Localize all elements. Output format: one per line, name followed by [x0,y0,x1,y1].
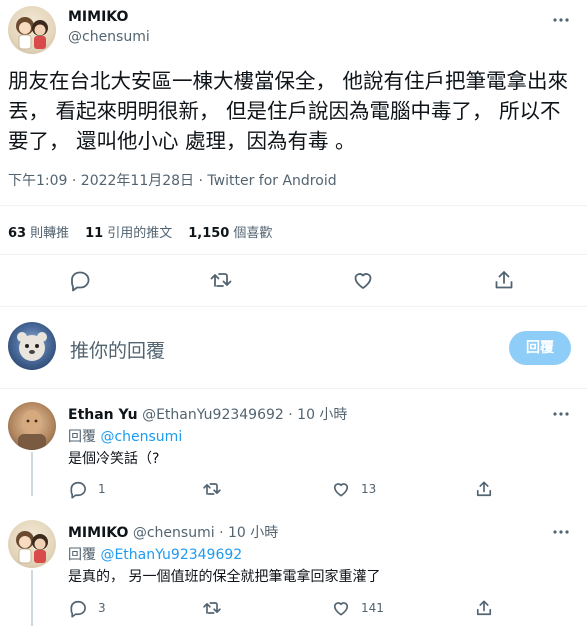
reply-count: 1 [98,482,106,496]
share-icon[interactable] [492,268,516,292]
reply-input[interactable]: 推你的回覆 [70,336,165,363]
share-icon [476,600,492,616]
comment-icon [70,481,86,499]
reply-share-button[interactable] [474,598,494,618]
replying-to-link[interactable]: @EthanYu92349692 [100,547,242,563]
retweet-icon [203,483,221,495]
divider [0,306,587,307]
share-icon [476,481,492,497]
reply-count: 3 [98,601,106,615]
tweet-actions [0,268,587,296]
reply-author-handle[interactable]: @chensumi [133,525,215,541]
reply-comment-button[interactable]: 3 [68,598,106,618]
avatar-illustration [16,17,48,50]
reply-text: 是個冷笑話（? [68,451,160,467]
reply-actions: 1 13 [0,479,587,499]
avatar-illustration [16,531,48,564]
author-name[interactable]: MIMIKO [68,9,128,25]
reply-author-handle[interactable]: @EthanYu92349692 [142,407,284,423]
reply-time[interactable]: · 10 小時 [288,407,347,423]
tweet-stats: 63 則轉推 11 引用的推文 1,150 個喜歡 [8,222,272,241]
divider [0,205,587,206]
avatar-illustration [17,332,47,361]
reply-comment-button[interactable]: 1 [68,479,106,499]
reply-retweet-button[interactable] [202,598,222,618]
reply-time[interactable]: · 10 小時 [219,525,278,541]
more-icon[interactable] [551,404,571,424]
quotes-stat[interactable]: 11 引用的推文 [85,222,172,241]
likes-stat[interactable]: 1,150 個喜歡 [188,222,272,241]
reply-header: Ethan Yu @EthanYu92349692 · 10 小時 [68,404,347,424]
current-user-avatar[interactable] [8,322,56,370]
reply-header: MIMIKO @chensumi · 10 小時 [68,522,278,542]
reply-button[interactable]: 回覆 [509,331,571,365]
heart-icon [333,483,349,497]
heart-icon [333,602,349,616]
like-count: 141 [361,601,384,615]
replying-label: 回覆 [68,429,96,445]
tweet-text: 朋友在台北大安區一棟大樓當保全， 他說有住戶把筆電拿出來丟， 看起來明明很新， … [8,69,569,153]
reply-author-name[interactable]: MIMIKO [68,525,128,541]
replying-to: 回覆 @EthanYu92349692 [68,544,242,564]
like-count: 13 [361,482,377,496]
retweet-icon[interactable] [209,268,233,292]
reply-avatar[interactable] [8,520,56,568]
reply-author-name[interactable]: Ethan Yu [68,407,138,423]
reply-like-button[interactable]: 13 [331,479,376,499]
tweet-timestamp[interactable]: 下午1:09 · 2022年11月28日 · Twitter for Andro… [8,170,337,190]
reply-avatar[interactable] [8,402,56,450]
replying-label: 回覆 [68,547,96,563]
more-icon[interactable] [551,522,571,542]
heart-icon[interactable] [351,268,375,292]
reply-text: 是真的， 另一個值班的保全就把筆電拿回家重灌了 [68,569,381,585]
author-handle[interactable]: @chensumi [68,29,150,45]
avatar-illustration [18,410,46,450]
retweets-stat[interactable]: 63 則轉推 [8,222,69,241]
reply-retweet-button[interactable] [202,479,222,499]
divider [0,388,587,389]
comment-icon[interactable] [68,268,92,292]
replying-to-link[interactable]: @chensumi [100,429,182,445]
comment-icon [70,600,86,618]
author-avatar[interactable] [8,6,56,54]
replying-to: 回覆 @chensumi [68,426,182,446]
more-icon[interactable] [551,10,571,30]
reply-share-button[interactable] [474,479,494,499]
reply-like-button[interactable]: 141 [331,598,384,618]
divider [0,254,587,255]
retweet-icon [203,602,221,614]
reply-actions: 3 141 [0,598,587,618]
